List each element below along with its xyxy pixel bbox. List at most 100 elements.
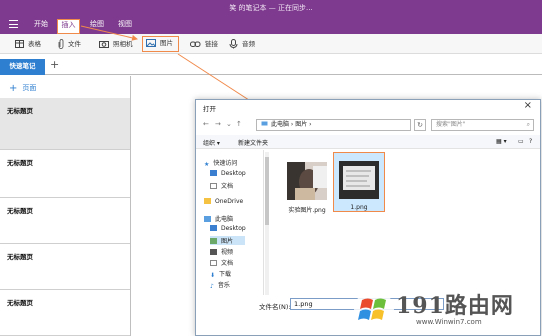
section-tab-quick-notes[interactable]: 快速笔记	[0, 59, 45, 75]
page-item[interactable]: 无标题页	[0, 244, 130, 290]
tab-insert[interactable]: 插入	[57, 19, 80, 34]
dialog-toolbar: 组织 ▾ 新建文件夹 ▦ ▾ ▭ ?	[196, 135, 540, 149]
insert-file-label: 文件	[68, 40, 81, 48]
insert-picture-button[interactable]: 图片	[142, 36, 179, 52]
nav-label: 下载	[219, 271, 232, 278]
link-icon	[190, 41, 201, 47]
add-section-button[interactable]: +	[50, 58, 59, 71]
file-item[interactable]: 实验图片.png	[282, 162, 332, 214]
camera-icon	[99, 41, 109, 48]
plus-icon: +	[9, 83, 18, 94]
details-pane-icon[interactable]: ▭	[518, 138, 524, 145]
close-icon[interactable]: ×	[524, 100, 532, 111]
nav-item-this-pc[interactable]: 此电脑	[204, 214, 233, 223]
nav-label: 快速访问	[213, 160, 238, 167]
page-item[interactable]: 无标题页	[0, 98, 130, 150]
download-icon: ⬇	[210, 272, 216, 279]
video-icon	[210, 249, 217, 255]
nav-label: 文档	[221, 260, 234, 267]
address-bar[interactable]: 此电脑 › 图片 ›	[256, 119, 411, 131]
nav-label: Desktop	[221, 170, 246, 177]
document-icon	[210, 260, 217, 266]
ribbon-commands: 表格 文件 照相机 图片 链接 音频	[0, 34, 542, 54]
organize-button[interactable]: 组织 ▾	[203, 138, 220, 147]
nav-label: 音乐	[217, 282, 230, 289]
back-arrow-icon[interactable]: ←	[203, 120, 209, 128]
watermark-brand: 191路由网	[396, 293, 514, 319]
nav-item-onedrive[interactable]: OneDrive	[204, 198, 243, 205]
nav-label: OneDrive	[215, 198, 244, 205]
insert-file-button[interactable]: 文件	[58, 37, 81, 51]
nav-item-pc-documents[interactable]: 文档	[210, 258, 233, 267]
page-item[interactable]: 无标题页	[0, 290, 130, 336]
window-title: 笑 的笔记本 — 正在同步...	[229, 4, 313, 12]
dialog-title: 打开	[203, 105, 216, 113]
music-icon: ♪	[210, 283, 214, 290]
search-placeholder: 搜索"图片"	[436, 121, 466, 128]
help-icon[interactable]: ?	[529, 138, 532, 145]
computer-icon	[204, 216, 211, 222]
picture-folder-icon	[210, 238, 217, 244]
tab-draw[interactable]: 绘图	[87, 19, 107, 32]
search-input[interactable]: 搜索"图片" ⌕	[431, 119, 534, 131]
nav-item-quick-access[interactable]: ★ 快速访问	[204, 158, 238, 168]
image-thumbnail	[287, 162, 327, 200]
watermark: 191路由网 www.Winwin7.com	[352, 282, 540, 336]
nav-scrollbar[interactable]	[265, 152, 269, 295]
desktop-icon	[210, 225, 217, 231]
add-page-button[interactable]: + 页面	[9, 83, 36, 94]
tab-home[interactable]: 开始	[31, 19, 51, 32]
tab-view[interactable]: 视图	[115, 19, 135, 32]
address-path: 此电脑 › 图片 ›	[271, 121, 312, 128]
view-options-icon[interactable]: ▦ ▾	[496, 138, 507, 145]
insert-table-button[interactable]: 表格	[15, 37, 41, 51]
file-name: 实验图片.png	[288, 207, 326, 214]
navigation-pane: ★ 快速访问 Desktop 文档 OneDrive 此电脑 Desktop 图片…	[196, 150, 264, 295]
windows-logo-icon	[354, 290, 394, 330]
file-item-selected[interactable]: 1.png	[333, 152, 385, 212]
page-item[interactable]: 无标题页	[0, 198, 130, 244]
nav-item-desktop[interactable]: Desktop	[210, 170, 246, 177]
folder-icon	[204, 198, 211, 204]
section-tab-bar: 快速笔记 +	[0, 55, 542, 75]
insert-link-label: 链接	[205, 40, 218, 48]
nav-item-music[interactable]: ♪ 音乐	[210, 280, 230, 290]
document-icon	[210, 183, 217, 189]
page-item[interactable]: 无标题页	[0, 150, 130, 198]
table-icon	[15, 40, 24, 48]
page-list-panel: + 页面 无标题页 无标题页 无标题页 无标题页 无标题页	[0, 76, 131, 336]
scrollbar-thumb[interactable]	[265, 157, 269, 225]
new-folder-button[interactable]: 新建文件夹	[238, 138, 268, 147]
title-bar: 笑 的笔记本 — 正在同步...	[0, 0, 542, 15]
hamburger-menu-icon[interactable]	[9, 20, 18, 28]
nav-label: 此电脑	[215, 216, 234, 223]
nav-item-downloads[interactable]: ⬇ 下载	[210, 269, 232, 279]
nav-item-videos[interactable]: 视频	[210, 247, 233, 256]
insert-audio-label: 音频	[242, 40, 255, 48]
chevron-down-icon[interactable]: ⌄	[226, 120, 232, 128]
image-thumbnail	[339, 161, 379, 199]
search-icon: ⌕	[526, 121, 530, 128]
insert-link-button[interactable]: 链接	[190, 37, 218, 51]
nav-item-pictures[interactable]: 图片	[210, 236, 246, 245]
file-name: 1.png	[350, 204, 368, 211]
filename-label: 文件名(N):	[259, 303, 291, 311]
computer-icon	[261, 121, 268, 126]
microphone-icon	[229, 39, 238, 49]
insert-audio-button[interactable]: 音频	[229, 37, 255, 51]
nav-label: 图片	[221, 238, 234, 245]
address-row: ← → ⌄ ↑ 此电脑 › 图片 › ↻ 搜索"图片" ⌕	[196, 116, 540, 134]
up-arrow-icon[interactable]: ↑	[236, 120, 242, 128]
nav-item-documents[interactable]: 文档	[210, 181, 233, 190]
nav-label: 视频	[221, 249, 234, 256]
picture-icon	[146, 39, 156, 47]
nav-item-pc-desktop[interactable]: Desktop	[210, 225, 246, 232]
insert-camera-label: 照相机	[113, 40, 133, 48]
insert-picture-label: 图片	[160, 39, 173, 47]
desktop-icon	[210, 170, 217, 176]
refresh-icon[interactable]: ↻	[414, 119, 426, 131]
nav-label: Desktop	[221, 225, 246, 232]
nav-label: 文档	[221, 183, 234, 190]
insert-camera-button[interactable]: 照相机	[99, 37, 133, 51]
forward-arrow-icon[interactable]: →	[215, 120, 221, 128]
